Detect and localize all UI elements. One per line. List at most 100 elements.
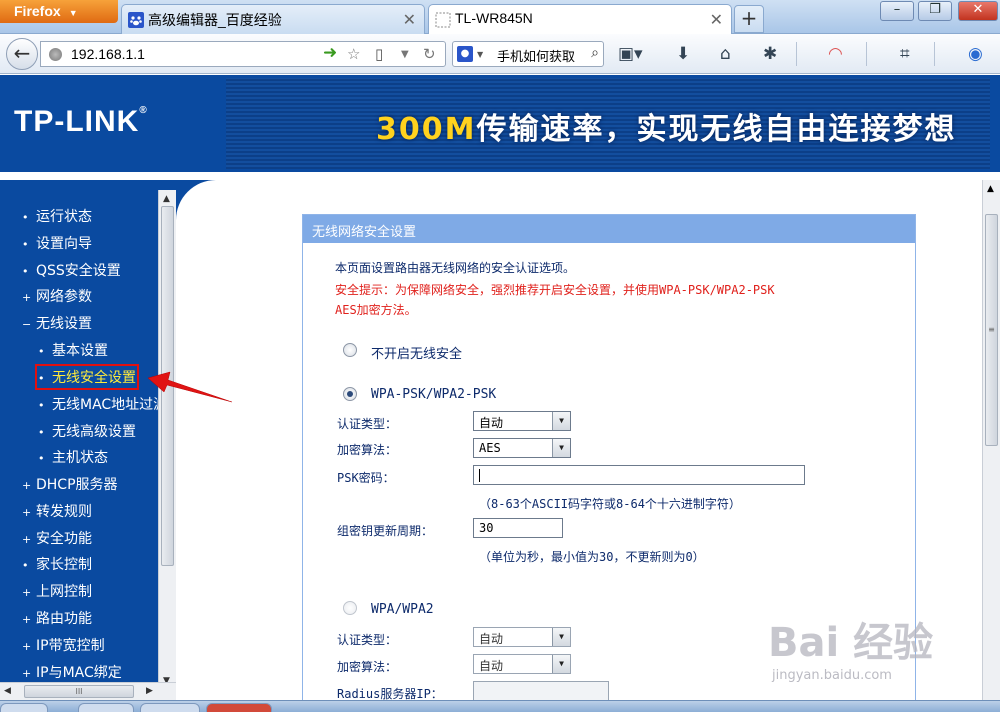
close-tab-icon[interactable]: ✕ — [710, 10, 723, 30]
tab-baidu-editor[interactable]: 高级编辑器_百度经验 ✕ — [121, 4, 425, 34]
url-text[interactable]: 192.168.1.1 — [71, 46, 145, 62]
sidebar-vertical-scrollbar[interactable]: ▲ ▼ — [158, 190, 176, 690]
sidebar-item[interactable]: + IP与MAC绑定 — [22, 662, 122, 682]
search-engine-dropdown-icon[interactable]: ▼ — [477, 50, 483, 59]
chevron-down-icon[interactable]: ▼ — [552, 439, 570, 457]
taskbar-app[interactable] — [206, 703, 272, 712]
radius-server-ip-input[interactable] — [473, 681, 609, 700]
banner-text: 传输速率，实现无线自由连接梦想 — [476, 112, 957, 147]
sidebar-item[interactable]: − 无线设置 — [22, 313, 92, 333]
router-header: TP-LINK® 300M传输速率，实现无线自由连接梦想 — [0, 75, 1000, 172]
sidebar-item-label: 主机状态 — [52, 450, 108, 466]
window-close-button[interactable]: ✕ — [958, 1, 998, 21]
sidebar-item[interactable]: • 无线安全设置 — [35, 364, 139, 390]
sidebar-item[interactable]: • 主机状态 — [38, 447, 108, 467]
sidebar-item-label: 设置向导 — [36, 236, 92, 252]
psk-encryption-select[interactable]: AES ▼ — [473, 438, 571, 458]
back-button[interactable]: ← — [6, 38, 38, 70]
menu-globe-icon[interactable]: ◉ — [968, 44, 983, 64]
banner-slogan: 300M传输速率，实现无线自由连接梦想 — [376, 104, 956, 148]
sidebar-item-label: 无线设置 — [36, 316, 92, 332]
sidebar-item-label: 运行状态 — [36, 209, 92, 225]
scroll-up-icon[interactable]: ▲ — [163, 194, 170, 204]
sidebar-item[interactable]: + IP带宽控制 — [22, 635, 105, 655]
url-dropdown-icon[interactable]: ▼ — [401, 49, 409, 60]
radio-wpa-psk[interactable] — [343, 387, 357, 401]
sidebar-item[interactable]: + 安全功能 — [22, 528, 92, 548]
toolbar-separator — [934, 42, 935, 66]
sidebar-item[interactable]: • QSS安全设置 — [22, 260, 121, 280]
wpa-encryption-select[interactable]: 自动 ▼ — [473, 654, 571, 674]
sidebar-item[interactable]: • 家长控制 — [22, 554, 92, 574]
crop-icon[interactable]: ⌗ — [900, 44, 910, 64]
home-icon[interactable]: ⌂ — [720, 44, 731, 64]
group-key-renew-input[interactable]: 30 — [473, 518, 563, 538]
chevron-down-icon[interactable]: ▼ — [552, 655, 570, 673]
radio-wpa-enterprise[interactable] — [343, 601, 357, 615]
wpa-auth-type-select[interactable]: 自动 ▼ — [473, 627, 571, 647]
sidebar-item[interactable]: + 上网控制 — [22, 581, 92, 601]
sidebar-item[interactable]: + DHCP服务器 — [22, 474, 118, 494]
reload-icon[interactable]: ↻ — [423, 45, 436, 63]
sidebar-item-label: 上网控制 — [36, 584, 92, 600]
bullet-icon: + — [22, 291, 32, 304]
window-minimize-button[interactable]: – — [880, 1, 914, 21]
sidebar-item[interactable]: • 无线高级设置 — [38, 421, 136, 441]
sidebar-item[interactable]: + 网络参数 — [22, 286, 92, 306]
mobile-icon[interactable]: ▯ — [375, 45, 383, 63]
bullet-icon: + — [22, 506, 32, 519]
window-maximize-button[interactable]: ❐ — [918, 1, 952, 21]
chevron-down-icon[interactable]: ▼ — [552, 628, 570, 646]
chevron-down-icon[interactable]: ▼ — [552, 412, 570, 430]
bullet-icon: • — [22, 559, 29, 572]
download-icon[interactable]: ⬇ — [676, 44, 690, 64]
sidebar-item[interactable]: + 转发规则 — [22, 501, 92, 521]
rainbow-icon[interactable]: ◠ — [828, 44, 843, 64]
tab-label: 高级编辑器_百度经验 — [148, 12, 282, 28]
security-warning-line2: AES加密方法。 — [335, 303, 417, 317]
scroll-left-icon[interactable]: ◀ — [4, 686, 11, 696]
sidebar-item-label: 安全功能 — [36, 531, 92, 547]
magnifier-icon[interactable]: ⌕ — [591, 45, 599, 61]
addon-icon[interactable]: ✱ — [763, 44, 777, 64]
page-scroll-thumb[interactable]: ≡ — [985, 214, 998, 446]
baidu-paw-icon[interactable]: ● — [457, 46, 473, 62]
url-bar[interactable]: 192.168.1.1 ➜ ☆ ▯ ▼ ↻ — [40, 41, 446, 67]
taskbar-app[interactable] — [140, 703, 200, 712]
go-arrow-icon[interactable]: ➜ — [323, 43, 337, 63]
wpa-auth-type-value: 自动 — [479, 632, 504, 646]
bookmark-star-icon[interactable]: ☆ — [347, 45, 360, 63]
scroll-up-icon[interactable]: ▲ — [987, 184, 994, 194]
scroll-right-icon[interactable]: ▶ — [146, 686, 153, 696]
radio-disable-security[interactable] — [343, 343, 357, 357]
close-tab-icon[interactable]: ✕ — [403, 10, 416, 30]
sidebar-item-label: 家长控制 — [36, 557, 92, 573]
sidebar-item[interactable]: • 运行状态 — [22, 206, 92, 226]
taskbar-start-orb[interactable] — [0, 703, 48, 712]
psk-password-input[interactable] — [473, 465, 805, 485]
sidebar-item[interactable]: • 基本设置 — [38, 340, 108, 360]
browser-titlebar: Firefox ▼ 高级编辑器_百度经验 ✕ TL-WR845N ✕ + – ❐ … — [0, 0, 1000, 35]
header-banner: 300M传输速率，实现无线自由连接梦想 — [226, 78, 990, 169]
bullet-icon: − — [22, 318, 32, 331]
sidebar-hscroll-thumb[interactable]: III — [24, 685, 134, 698]
option-wpa-enterprise-label: WPA/WPA2 — [371, 602, 434, 617]
sidebar-item[interactable]: • 设置向导 — [22, 233, 92, 253]
page-vertical-scrollbar[interactable]: ▲ ≡ — [982, 180, 1000, 700]
psk-auth-type-select[interactable]: 自动 ▼ — [473, 411, 571, 431]
sidebar-item[interactable]: + 路由功能 — [22, 608, 92, 628]
sidebar-horizontal-scrollbar[interactable]: ◀ III ▶ — [0, 682, 176, 700]
psk-encryption-label: 加密算法： — [337, 443, 398, 457]
text-caret — [479, 469, 480, 482]
search-input[interactable]: 手机如何获取 — [497, 46, 581, 65]
wpa-auth-type-label: 认证类型： — [337, 633, 398, 647]
taskbar-app[interactable] — [78, 703, 134, 712]
tab-router-admin[interactable]: TL-WR845N ✕ — [428, 4, 732, 35]
logo-text: TP-LINK — [14, 105, 140, 138]
new-tab-button[interactable]: + — [734, 5, 764, 33]
bullet-icon: + — [22, 586, 32, 599]
search-bar[interactable]: ● ▼ 手机如何获取 ⌕ — [452, 41, 604, 67]
firefox-menu-button[interactable]: Firefox ▼ — [0, 0, 118, 23]
baidu-paw-icon — [128, 12, 144, 28]
bookmarks-icon[interactable]: ▣▾ — [618, 44, 643, 64]
